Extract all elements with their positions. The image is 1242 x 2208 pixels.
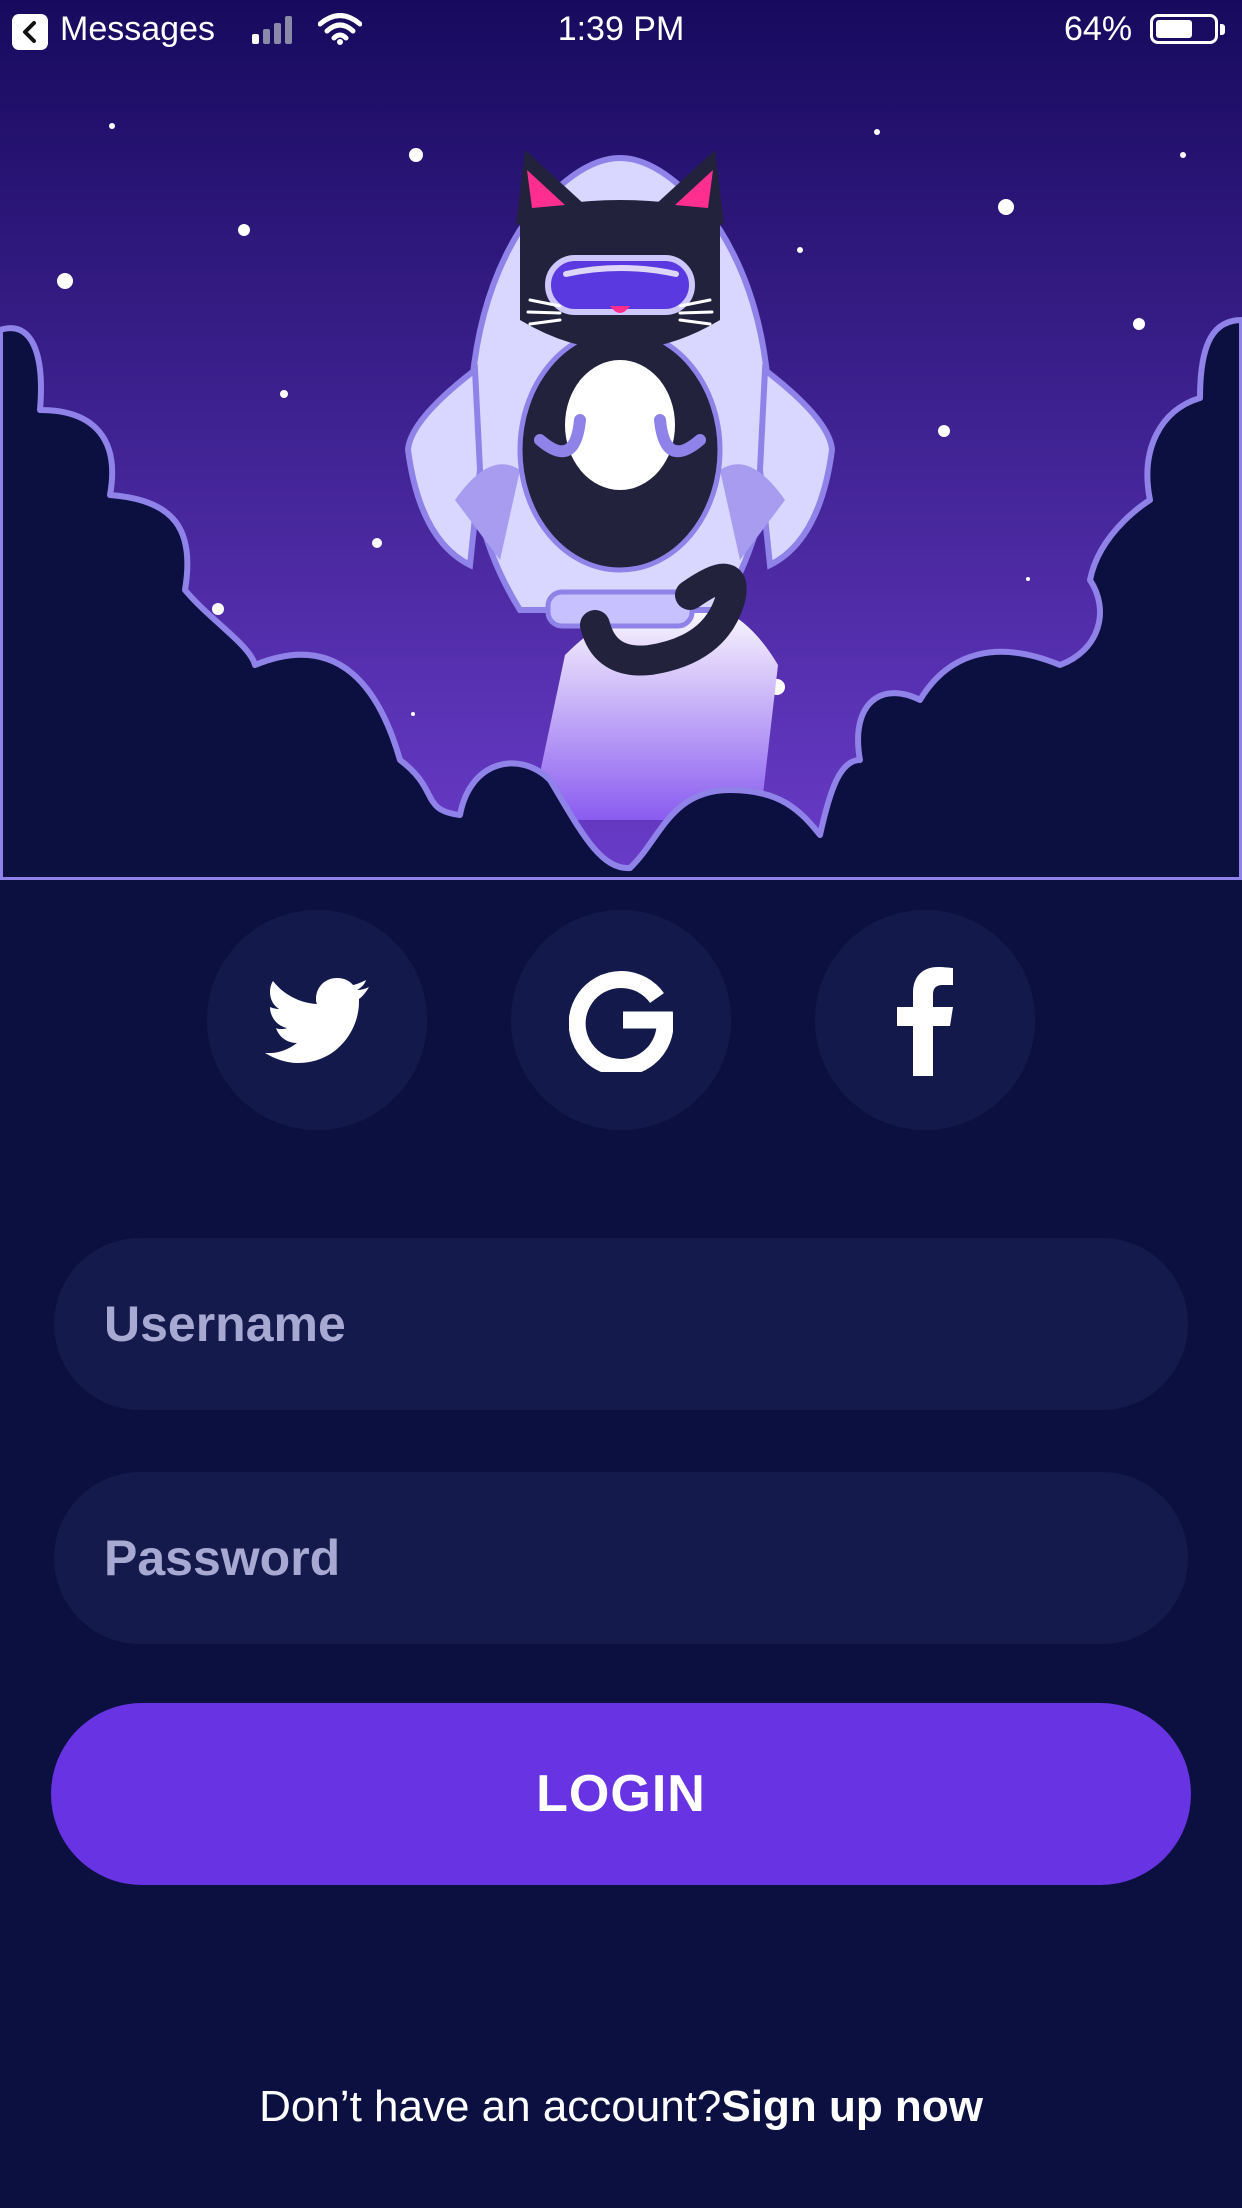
login-button[interactable]: LOGIN: [51, 1703, 1191, 1885]
twitter-login-button[interactable]: [207, 910, 427, 1130]
password-input[interactable]: [102, 1528, 1188, 1588]
status-bar: Messages 1:39 PM 64%: [0, 0, 1242, 62]
google-g-icon: [569, 971, 673, 1072]
username-input[interactable]: [102, 1294, 1188, 1354]
sign-up-link[interactable]: Sign up now: [721, 2082, 983, 2131]
facebook-login-button[interactable]: [815, 910, 1035, 1130]
cat-astronaut-rocket-illustration: [0, 0, 1242, 880]
battery-percent: 64%: [1064, 10, 1133, 48]
battery-icon: [1150, 14, 1225, 44]
twitter-bird-icon: [265, 978, 369, 1063]
password-field[interactable]: [54, 1472, 1188, 1644]
social-login-row: [0, 910, 1242, 1130]
username-field[interactable]: [54, 1238, 1188, 1410]
signup-prompt-text: Don’t have an account?: [259, 2082, 722, 2131]
clock: 1:39 PM: [557, 10, 685, 48]
signup-prompt: Don’t have an account?Sign up now: [0, 2082, 1242, 2132]
battery-level: [1156, 20, 1192, 38]
google-login-button[interactable]: [511, 910, 731, 1130]
facebook-f-icon: [897, 967, 953, 1076]
